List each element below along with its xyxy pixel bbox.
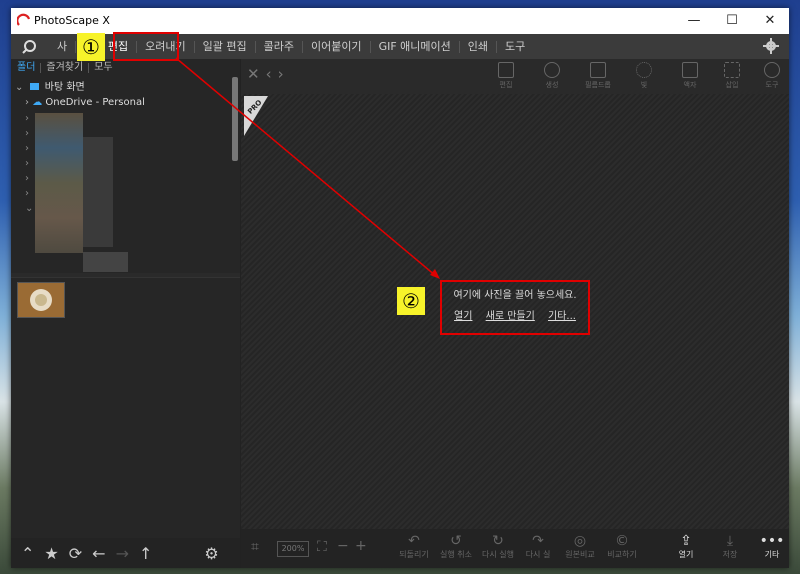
annotation-box-drop-hint bbox=[440, 280, 590, 335]
annotation-number-2: ② bbox=[397, 287, 425, 315]
